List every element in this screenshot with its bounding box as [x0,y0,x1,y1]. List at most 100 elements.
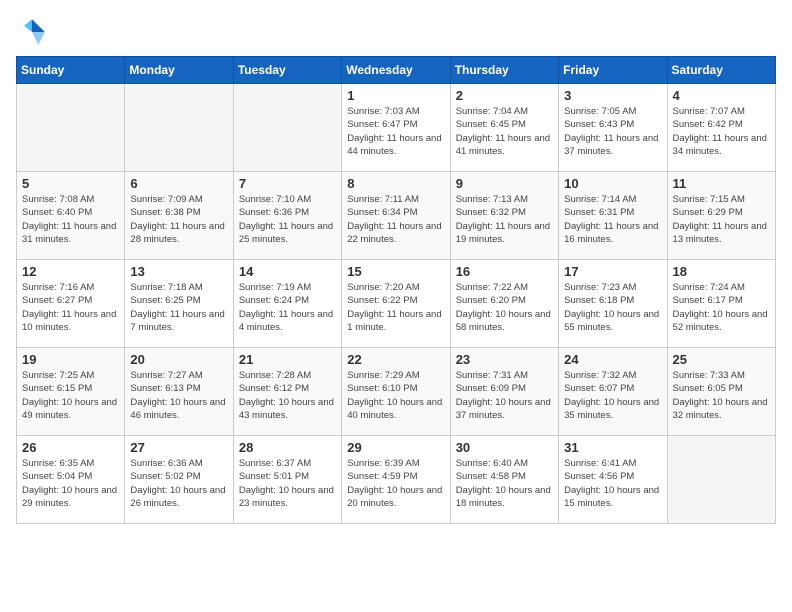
day-number: 1 [347,88,444,103]
day-info: Sunrise: 7:10 AMSunset: 6:36 PMDaylight:… [239,193,336,246]
day-info: Sunrise: 7:16 AMSunset: 6:27 PMDaylight:… [22,281,119,334]
day-number: 5 [22,176,119,191]
day-number: 22 [347,352,444,367]
day-info: Sunrise: 7:15 AMSunset: 6:29 PMDaylight:… [673,193,770,246]
calendar-cell: 19 Sunrise: 7:25 AMSunset: 6:15 PMDayligh… [17,348,125,436]
calendar-cell: 30 Sunrise: 6:40 AMSunset: 4:58 PMDayligh… [450,436,558,524]
calendar-cell: 25 Sunrise: 7:33 AMSunset: 6:05 PMDayligh… [667,348,775,436]
calendar-cell: 28 Sunrise: 6:37 AMSunset: 5:01 PMDayligh… [233,436,341,524]
day-number: 16 [456,264,553,279]
day-info: Sunrise: 7:23 AMSunset: 6:18 PMDaylight:… [564,281,661,334]
day-number: 26 [22,440,119,455]
day-info: Sunrise: 6:37 AMSunset: 5:01 PMDaylight:… [239,457,336,510]
logo-icon [16,16,48,48]
day-number: 19 [22,352,119,367]
day-number: 17 [564,264,661,279]
day-number: 4 [673,88,770,103]
calendar-header-monday: Monday [125,57,233,84]
calendar-cell: 13 Sunrise: 7:18 AMSunset: 6:25 PMDayligh… [125,260,233,348]
day-number: 30 [456,440,553,455]
week-row-1: 1Sunrise: 7:03 AMSunset: 6:47 PMDaylight… [17,84,776,172]
day-number: 23 [456,352,553,367]
calendar: SundayMondayTuesdayWednesdayThursdayFrid… [16,56,776,524]
calendar-cell: 7Sunrise: 7:10 AMSunset: 6:36 PMDaylight… [233,172,341,260]
calendar-header-tuesday: Tuesday [233,57,341,84]
day-number: 24 [564,352,661,367]
calendar-cell [233,84,341,172]
calendar-cell: 6 Sunrise: 7:09 AMSunset: 6:38 PMDaylight… [125,172,233,260]
calendar-cell: 15Sunrise: 7:20 AMSunset: 6:22 PMDayligh… [342,260,450,348]
calendar-header-row: SundayMondayTuesdayWednesdayThursdayFrid… [17,57,776,84]
week-row-4: 19 Sunrise: 7:25 AMSunset: 6:15 PMDayligh… [17,348,776,436]
day-info: Sunrise: 7:29 AMSunset: 6:10 PMDaylight:… [347,369,444,422]
day-number: 6 [130,176,227,191]
day-info: Sunrise: 6:35 AMSunset: 5:04 PMDaylight:… [22,457,119,510]
day-number: 8 [347,176,444,191]
day-number: 9 [456,176,553,191]
calendar-header-sunday: Sunday [17,57,125,84]
day-number: 20 [130,352,227,367]
day-info: Sunrise: 7:11 AMSunset: 6:34 PMDaylight:… [347,193,444,246]
calendar-cell: 2 Sunrise: 7:04 AMSunset: 6:45 PMDaylight… [450,84,558,172]
calendar-header-wednesday: Wednesday [342,57,450,84]
calendar-cell [17,84,125,172]
calendar-cell: 27 Sunrise: 6:36 AMSunset: 5:02 PMDayligh… [125,436,233,524]
day-info: Sunrise: 7:28 AMSunset: 6:12 PMDaylight:… [239,369,336,422]
calendar-cell: 5 Sunrise: 7:08 AMSunset: 6:40 PMDaylight… [17,172,125,260]
day-info: Sunrise: 6:39 AMSunset: 4:59 PMDaylight:… [347,457,444,510]
day-number: 31 [564,440,661,455]
day-info: Sunrise: 6:41 AMSunset: 4:56 PMDaylight:… [564,457,661,510]
day-info: Sunrise: 7:09 AMSunset: 6:38 PMDaylight:… [130,193,227,246]
calendar-header-thursday: Thursday [450,57,558,84]
calendar-cell: 18Sunrise: 7:24 AMSunset: 6:17 PMDayligh… [667,260,775,348]
day-number: 28 [239,440,336,455]
calendar-header-friday: Friday [559,57,667,84]
calendar-cell: 23 Sunrise: 7:31 AMSunset: 6:09 PMDayligh… [450,348,558,436]
day-info: Sunrise: 7:19 AMSunset: 6:24 PMDaylight:… [239,281,336,334]
calendar-cell: 29Sunrise: 6:39 AMSunset: 4:59 PMDayligh… [342,436,450,524]
calendar-cell: 24 Sunrise: 7:32 AMSunset: 6:07 PMDayligh… [559,348,667,436]
day-info: Sunrise: 7:08 AMSunset: 6:40 PMDaylight:… [22,193,119,246]
day-info: Sunrise: 6:40 AMSunset: 4:58 PMDaylight:… [456,457,553,510]
day-number: 14 [239,264,336,279]
logo [16,16,52,48]
day-info: Sunrise: 7:31 AMSunset: 6:09 PMDaylight:… [456,369,553,422]
day-info: Sunrise: 7:14 AMSunset: 6:31 PMDaylight:… [564,193,661,246]
day-number: 25 [673,352,770,367]
calendar-cell: 20 Sunrise: 7:27 AMSunset: 6:13 PMDayligh… [125,348,233,436]
day-info: Sunrise: 7:07 AMSunset: 6:42 PMDaylight:… [673,105,770,158]
calendar-cell [667,436,775,524]
day-info: Sunrise: 7:20 AMSunset: 6:22 PMDaylight:… [347,281,444,334]
day-number: 27 [130,440,227,455]
calendar-cell: 16Sunrise: 7:22 AMSunset: 6:20 PMDayligh… [450,260,558,348]
week-row-2: 5 Sunrise: 7:08 AMSunset: 6:40 PMDaylight… [17,172,776,260]
calendar-cell: 11 Sunrise: 7:15 AMSunset: 6:29 PMDayligh… [667,172,775,260]
day-number: 10 [564,176,661,191]
day-number: 18 [673,264,770,279]
day-info: Sunrise: 7:27 AMSunset: 6:13 PMDaylight:… [130,369,227,422]
day-info: Sunrise: 7:04 AMSunset: 6:45 PMDaylight:… [456,105,553,158]
day-info: Sunrise: 6:36 AMSunset: 5:02 PMDaylight:… [130,457,227,510]
day-number: 13 [130,264,227,279]
page-header [16,16,776,48]
calendar-cell: 14 Sunrise: 7:19 AMSunset: 6:24 PMDayligh… [233,260,341,348]
calendar-cell: 3 Sunrise: 7:05 AMSunset: 6:43 PMDaylight… [559,84,667,172]
day-number: 2 [456,88,553,103]
day-info: Sunrise: 7:25 AMSunset: 6:15 PMDaylight:… [22,369,119,422]
calendar-cell: 10 Sunrise: 7:14 AMSunset: 6:31 PMDayligh… [559,172,667,260]
day-number: 12 [22,264,119,279]
calendar-cell: 8 Sunrise: 7:11 AMSunset: 6:34 PMDaylight… [342,172,450,260]
calendar-cell [125,84,233,172]
calendar-cell: 17 Sunrise: 7:23 AMSunset: 6:18 PMDayligh… [559,260,667,348]
calendar-cell: 12 Sunrise: 7:16 AMSunset: 6:27 PMDayligh… [17,260,125,348]
day-info: Sunrise: 7:33 AMSunset: 6:05 PMDaylight:… [673,369,770,422]
day-number: 11 [673,176,770,191]
calendar-header-saturday: Saturday [667,57,775,84]
day-info: Sunrise: 7:32 AMSunset: 6:07 PMDaylight:… [564,369,661,422]
day-info: Sunrise: 7:05 AMSunset: 6:43 PMDaylight:… [564,105,661,158]
day-info: Sunrise: 7:13 AMSunset: 6:32 PMDaylight:… [456,193,553,246]
day-info: Sunrise: 7:18 AMSunset: 6:25 PMDaylight:… [130,281,227,334]
day-number: 3 [564,88,661,103]
calendar-cell: 22 Sunrise: 7:29 AMSunset: 6:10 PMDayligh… [342,348,450,436]
calendar-cell: 4 Sunrise: 7:07 AMSunset: 6:42 PMDaylight… [667,84,775,172]
